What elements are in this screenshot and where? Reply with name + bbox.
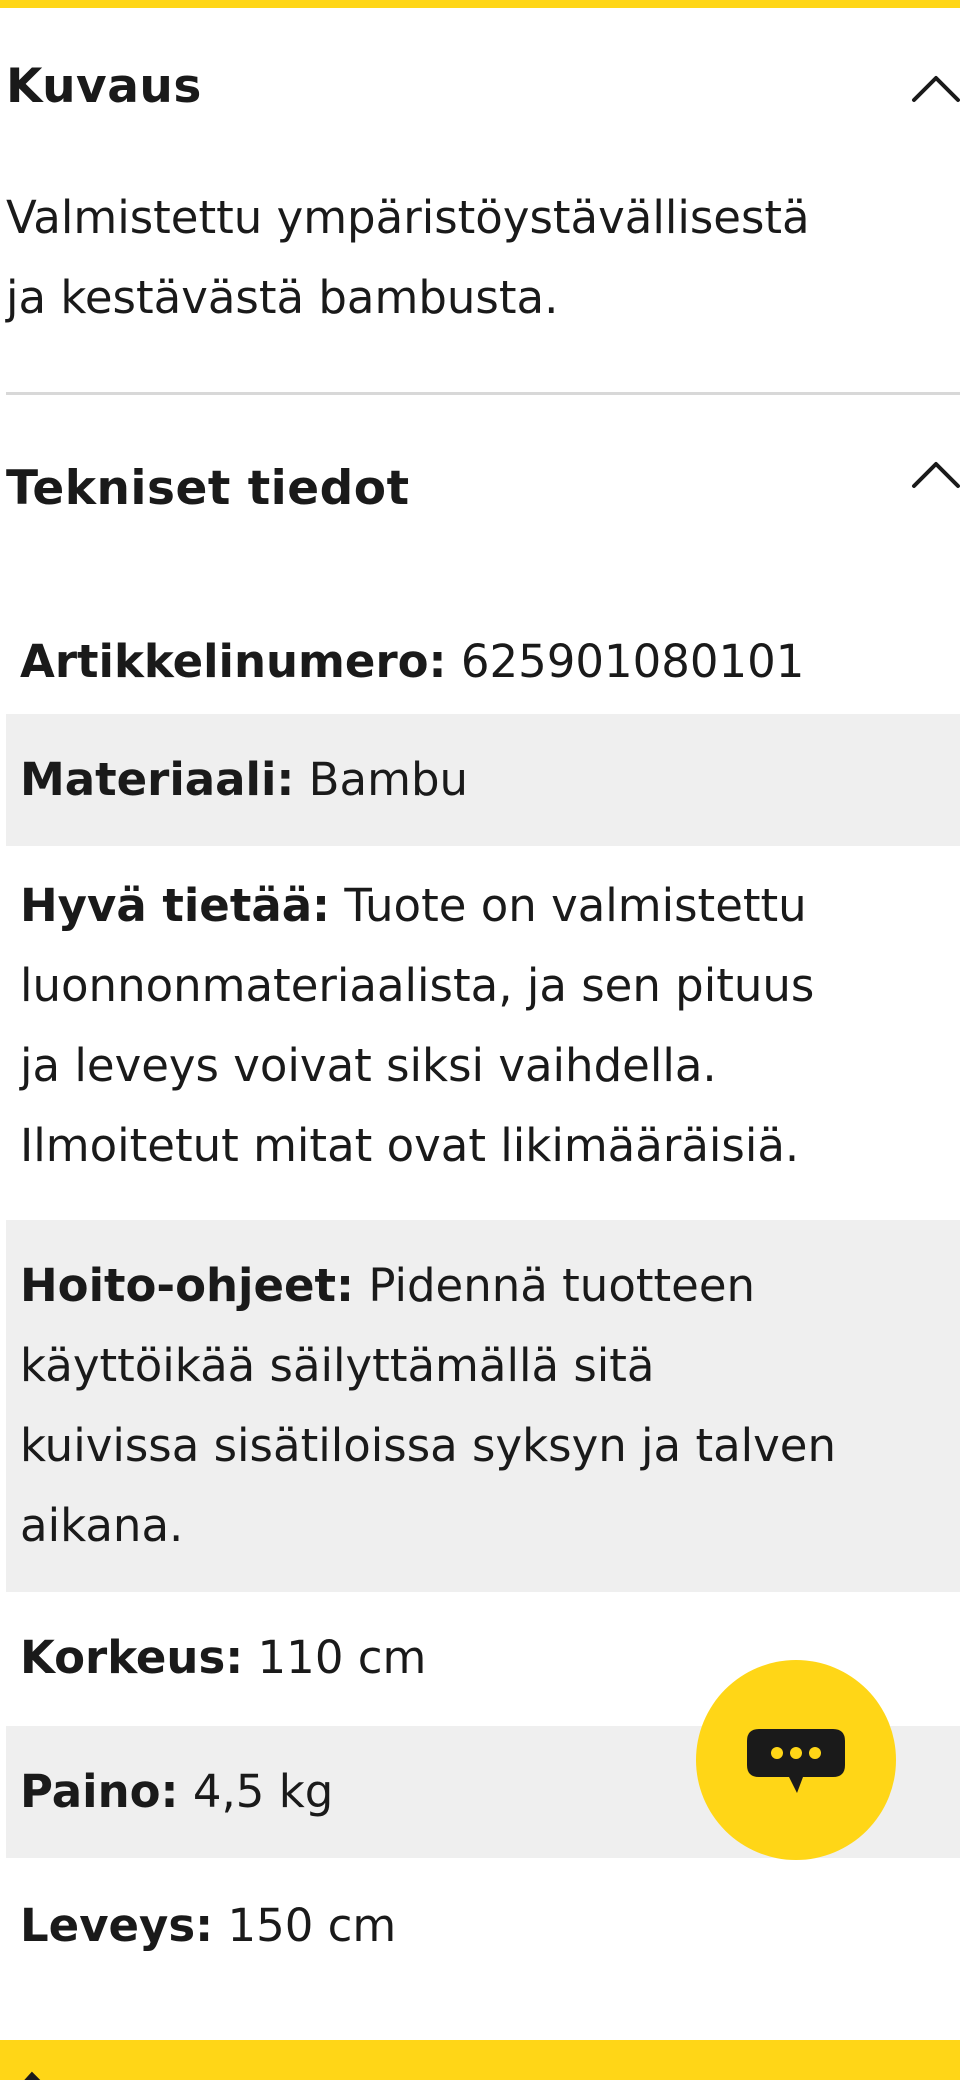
- spec-value: 150 cm: [213, 1899, 397, 1952]
- spec-label: Korkeus:: [20, 1631, 244, 1684]
- spec-label: Hoito-ohjeet:: [20, 1259, 355, 1312]
- spec-value: Tuote on valmistettu: [330, 879, 807, 932]
- truck-icon: [24, 2071, 41, 2080]
- spec-row-care-instructions: Hoito-ohjeet: Pidennä tuotteen käyttöikä…: [6, 1220, 960, 1592]
- spec-label: Hyvä tietää:: [20, 879, 331, 932]
- top-accent-bar: [0, 0, 960, 8]
- spec-value: Bambu: [294, 753, 469, 806]
- chevron-up-icon[interactable]: [906, 448, 960, 508]
- spec-label: Leveys:: [20, 1899, 214, 1952]
- description-line: Valmistettu ympäristöystävällisestä: [6, 191, 810, 244]
- spec-value: ja leveys voivat siksi vaihdella.: [20, 1039, 717, 1092]
- spec-value: kuivissa sisätiloissa syksyn ja talven: [20, 1419, 836, 1472]
- section-divider: [6, 392, 960, 395]
- bottom-promo-bar: [0, 2040, 960, 2080]
- spec-label: Paino:: [20, 1765, 179, 1818]
- spec-value: käyttöikää säilyttämällä sitä: [20, 1339, 655, 1392]
- spec-value: 625901080101: [446, 635, 805, 688]
- description-title: Kuvaus: [6, 58, 202, 114]
- spec-label: Materiaali:: [20, 753, 295, 806]
- chat-button[interactable]: [696, 1660, 896, 1860]
- description-line: ja kestävästä bambusta.: [6, 271, 559, 324]
- description-header[interactable]: Kuvaus: [0, 46, 960, 126]
- spec-value: Ilmoitetut mitat ovat likimääräisiä.: [20, 1119, 800, 1172]
- spec-row-material: Materiaali: Bambu: [6, 714, 960, 846]
- spec-row-article-number: Artikkelinumero: 625901080101: [6, 610, 960, 714]
- specs-header[interactable]: Tekniset tiedot: [0, 448, 960, 528]
- spec-label: Artikkelinumero:: [20, 635, 447, 688]
- spec-value: aikana.: [20, 1499, 184, 1552]
- spec-value: Pidennä tuotteen: [354, 1259, 756, 1312]
- spec-row-width: Leveys: 150 cm: [6, 1858, 960, 1992]
- spec-value: 4,5 kg: [178, 1765, 334, 1818]
- specs-title: Tekniset tiedot: [6, 460, 410, 516]
- spec-value: 110 cm: [243, 1631, 427, 1684]
- chevron-up-icon[interactable]: [906, 62, 960, 122]
- chat-bubble-icon: [747, 1729, 845, 1793]
- spec-value: luonnonmateriaalista, ja sen pituus: [20, 959, 815, 1012]
- description-text: Valmistettu ympäristöystävällisestä ja k…: [6, 178, 960, 338]
- spec-row-good-to-know: Hyvä tietää: Tuote on valmistettu luonno…: [6, 846, 960, 1220]
